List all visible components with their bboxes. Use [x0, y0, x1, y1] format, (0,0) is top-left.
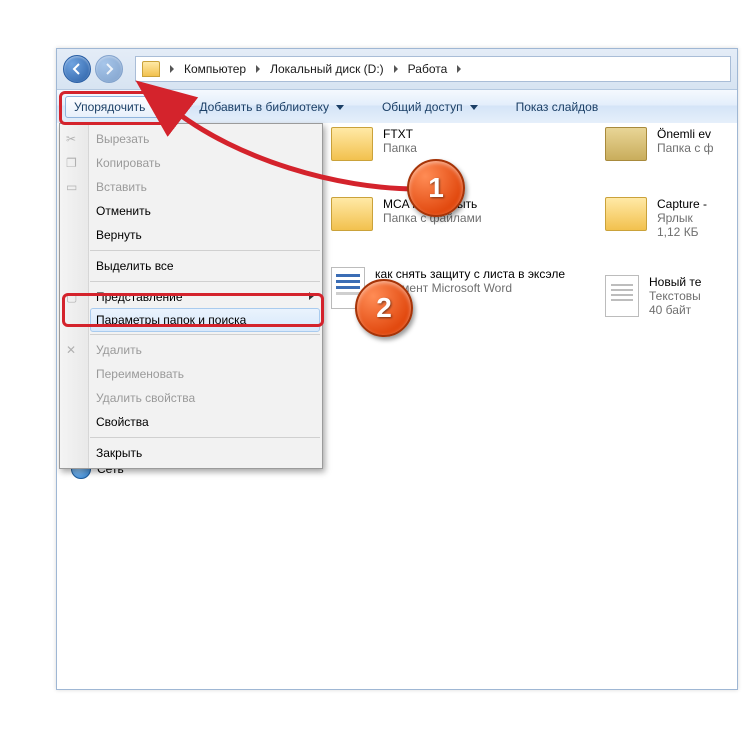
breadcrumb-computer[interactable]: Компьютер: [184, 62, 246, 76]
chevron-down-icon: [152, 105, 160, 110]
file-name: как снять защиту с листа в эксэле: [375, 267, 565, 281]
chevron-down-icon: [470, 105, 478, 110]
navigation-bar: Компьютер Локальный диск (D:) Работа: [57, 49, 737, 90]
menu-label: Вставить: [96, 180, 147, 194]
file-name: Capture -: [657, 197, 707, 211]
marker-number: 1: [428, 172, 444, 204]
menu-separator: [90, 281, 320, 282]
menu-cut[interactable]: Вырезать: [60, 127, 322, 151]
menu-label: Свойства: [96, 415, 149, 429]
file-sub: Папка с ф: [657, 141, 714, 155]
chevron-right-icon: [309, 292, 314, 300]
organize-menu: Вырезать Копировать Вставить Отменить Ве…: [59, 123, 323, 469]
file-item[interactable]: Önemli ev Папка с ф: [605, 127, 714, 161]
menu-select-all[interactable]: Выделить все: [60, 254, 322, 278]
folder-icon: [142, 61, 160, 77]
breadcrumb-disk[interactable]: Локальный диск (D:): [270, 62, 384, 76]
menu-rename[interactable]: Переименовать: [60, 362, 322, 386]
share-label: Общий доступ: [382, 100, 463, 114]
delete-icon: [66, 342, 82, 358]
slideshow-label: Показ слайдов: [516, 100, 599, 114]
menu-label: Представление: [96, 290, 183, 304]
file-sub: Папка: [383, 141, 417, 155]
library-label: Добавить в библиотеку: [199, 100, 329, 114]
explorer-window: Компьютер Локальный диск (D:) Работа Упо…: [56, 48, 738, 690]
menu-label: Закрыть: [96, 446, 142, 460]
menu-label: Переименовать: [96, 367, 184, 381]
annotation-marker-1: 1: [407, 159, 465, 217]
menu-separator: [90, 250, 320, 251]
menu-label: Отменить: [96, 204, 151, 218]
address-bar[interactable]: Компьютер Локальный диск (D:) Работа: [135, 56, 731, 82]
file-sub2: 1,12 КБ: [657, 225, 707, 239]
file-item[interactable]: Новый те Текстовы 40 байт: [605, 275, 714, 317]
folder-icon: [331, 127, 373, 161]
view-icon: [66, 289, 82, 305]
copy-icon: [66, 155, 82, 171]
chevron-right-icon: [394, 65, 398, 73]
menu-properties[interactable]: Свойства: [60, 410, 322, 434]
folder-icon: [605, 127, 647, 161]
menu-label: Копировать: [96, 156, 161, 170]
slideshow-button[interactable]: Показ слайдов: [508, 97, 607, 117]
shortcut-icon: [605, 197, 647, 231]
forward-button[interactable]: [95, 55, 123, 83]
chevron-right-icon: [256, 65, 260, 73]
menu-copy[interactable]: Копировать: [60, 151, 322, 175]
file-name: Önemli ev: [657, 127, 714, 141]
menu-separator: [90, 334, 320, 335]
paste-icon: [66, 179, 82, 195]
menu-remove-properties[interactable]: Удалить свойства: [60, 386, 322, 410]
menu-folder-options[interactable]: Параметры папок и поиска: [90, 308, 320, 332]
menu-delete[interactable]: Удалить: [60, 338, 322, 362]
menu-label: Вернуть: [96, 228, 142, 242]
organize-button[interactable]: Упорядочить: [65, 96, 169, 118]
menu-label: Удалить: [96, 343, 142, 357]
menu-label: Выделить все: [96, 259, 174, 273]
menu-redo[interactable]: Вернуть: [60, 223, 322, 247]
menu-undo[interactable]: Отменить: [60, 199, 322, 223]
file-name: FTXT: [383, 127, 417, 141]
file-name: Новый те: [649, 275, 701, 289]
menu-label: Параметры папок и поиска: [96, 313, 246, 327]
file-sub: Текстовы: [649, 289, 701, 303]
back-button[interactable]: [63, 55, 91, 83]
command-bar: Упорядочить Добавить в библиотеку Общий …: [57, 90, 737, 125]
chevron-down-icon: [336, 105, 344, 110]
menu-label: Удалить свойства: [96, 391, 195, 405]
file-item[interactable]: Capture - Ярлык 1,12 КБ: [605, 197, 714, 239]
menu-paste[interactable]: Вставить: [60, 175, 322, 199]
annotation-marker-2: 2: [355, 279, 413, 337]
chevron-right-icon: [457, 65, 461, 73]
marker-number: 2: [376, 292, 392, 324]
menu-separator: [90, 437, 320, 438]
text-doc-icon: [605, 275, 639, 317]
menu-label: Вырезать: [96, 132, 149, 146]
menu-view[interactable]: Представление: [60, 285, 322, 309]
chevron-right-icon: [170, 65, 174, 73]
cut-icon: [66, 131, 82, 147]
menu-close[interactable]: Закрыть: [60, 441, 322, 465]
breadcrumb-folder[interactable]: Работа: [408, 62, 448, 76]
file-item[interactable]: FTXT Папка: [331, 127, 565, 161]
folder-icon: [331, 197, 373, 231]
file-sub2: 40 байт: [649, 303, 701, 317]
file-sub: Ярлык: [657, 211, 707, 225]
share-button[interactable]: Общий доступ: [374, 97, 486, 117]
organize-label: Упорядочить: [74, 100, 145, 114]
add-to-library-button[interactable]: Добавить в библиотеку: [191, 97, 352, 117]
